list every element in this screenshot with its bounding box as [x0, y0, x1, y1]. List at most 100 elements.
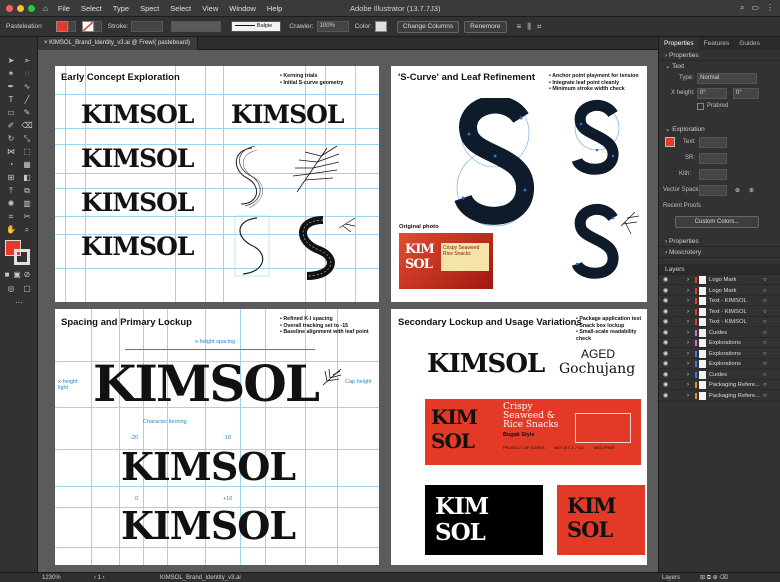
expand-icon[interactable]: ›	[687, 370, 689, 380]
expand-icon[interactable]: ›	[687, 391, 689, 401]
layer-row[interactable]: ◉ › Cuides ○	[659, 328, 780, 338]
screen-mode-icon[interactable]: ▢	[20, 283, 34, 294]
more-icon[interactable]: ⊕	[749, 187, 754, 194]
free-transform-icon[interactable]: ⬚	[20, 146, 34, 157]
text-header[interactable]: ⌄ Text	[659, 61, 780, 72]
stroke-weight-field[interactable]	[131, 21, 164, 32]
target-icon[interactable]: ○	[763, 359, 767, 369]
lasso-icon[interactable]: ◌	[20, 68, 34, 79]
fill-dropdown[interactable]	[67, 21, 76, 32]
rectangle-tool-icon[interactable]: ▭	[4, 107, 18, 118]
stroke-color-box[interactable]	[14, 249, 30, 265]
menu-spect[interactable]: Spect	[140, 4, 159, 13]
link-icon[interactable]: ⊕	[735, 187, 740, 194]
logo-trial[interactable]: KIMSOL	[81, 102, 195, 127]
eye-icon[interactable]: ◉	[663, 317, 668, 327]
canvas-area[interactable]: Early Concept Exploration • Kerning tria…	[38, 50, 658, 572]
search-icon[interactable]: ⌕	[740, 3, 744, 13]
align-icon[interactable]: ≡	[517, 22, 522, 31]
expand-icon[interactable]: ›	[687, 328, 689, 338]
red-lockup-card[interactable]: KIM SOL	[557, 485, 645, 555]
expand-icon[interactable]: ›	[687, 296, 689, 306]
gradient-mode-icon[interactable]: ▣	[13, 269, 21, 280]
eye-icon[interactable]: ◉	[663, 328, 668, 338]
target-icon[interactable]: ○	[763, 275, 767, 285]
xheight-field-1[interactable]: 0°	[697, 88, 727, 99]
layer-row[interactable]: ◉ › Explorations ○	[659, 338, 780, 348]
logo-trial[interactable]: KIMSOL	[81, 234, 195, 259]
exploration-header[interactable]: ⌄ Exploration	[659, 124, 780, 135]
distribute-icon[interactable]: ⫼	[527, 22, 531, 32]
expand-icon[interactable]: ›	[687, 317, 689, 327]
sr-field[interactable]	[699, 153, 727, 164]
magic-wand-icon[interactable]: ✶	[4, 68, 18, 79]
perspective-grid-icon[interactable]: ▦	[20, 159, 34, 170]
vector-spack-field[interactable]	[699, 185, 727, 196]
artboard-s-curve[interactable]: 'S-Curve' and Leaf Refinement • Anchor p…	[391, 66, 647, 302]
custom-colors-button[interactable]: Custom Colors...	[675, 216, 759, 228]
symbol-sprayer-icon[interactable]: ✺	[4, 198, 18, 209]
brush-definition-field[interactable]: Balpie	[231, 21, 282, 32]
target-icon[interactable]: ○	[763, 286, 767, 296]
edit-toolbar-icon[interactable]: ⋯	[12, 297, 26, 308]
black-lockup-card[interactable]: KIM SOL	[425, 485, 543, 555]
menu-window[interactable]: Window	[229, 4, 256, 13]
properties-header[interactable]: › Properties	[659, 50, 780, 61]
pen-tool-icon[interactable]: ✒	[4, 81, 18, 92]
eyedropper-icon[interactable]: ⤒	[4, 185, 18, 196]
paintbrush-icon[interactable]: ✎	[20, 107, 34, 118]
layer-row[interactable]: ◉ › Text - KIMSOL ○	[659, 317, 780, 327]
expand-icon[interactable]: ›	[687, 349, 689, 359]
gradient-tool-icon[interactable]: ◧	[20, 172, 34, 183]
hand-tool-icon[interactable]: ✋	[4, 224, 18, 235]
layer-row[interactable]: ◉ › Packaging Refere... ○	[659, 391, 780, 401]
rotate-tool-icon[interactable]: ↻	[4, 133, 18, 144]
none-mode-icon[interactable]: ⊘	[23, 269, 31, 280]
secondary-lockup[interactable]: KIMSOL	[427, 351, 545, 377]
tab-guides[interactable]: Guides	[734, 37, 765, 50]
xheight-field-2[interactable]: 0°	[733, 88, 759, 99]
eye-icon[interactable]: ◉	[663, 338, 668, 348]
layer-row[interactable]: ◉ › Packaging Refere... ○	[659, 380, 780, 390]
document-tab[interactable]: × KIMSOL_Brand_Identity_v3.ai @ Frew/( p…	[38, 37, 198, 50]
eye-icon[interactable]: ◉	[663, 359, 668, 369]
stroke-dropdown[interactable]	[93, 21, 102, 32]
menu-file[interactable]: File	[58, 4, 70, 13]
prabred-checkbox[interactable]	[697, 103, 704, 110]
layer-row[interactable]: ◉ › Explorations ○	[659, 349, 780, 359]
close-window-button[interactable]	[6, 4, 13, 12]
home-icon[interactable]: ⌂	[43, 4, 48, 13]
menu-select[interactable]: Select	[81, 4, 102, 13]
transform-icon[interactable]: ⌗	[537, 22, 542, 32]
minimize-window-button[interactable]	[17, 4, 24, 12]
expand-icon[interactable]: ›	[687, 286, 689, 296]
layer-row[interactable]: ◉ › Cuides ○	[659, 370, 780, 380]
menu-view[interactable]: View	[202, 4, 218, 13]
blend-tool-icon[interactable]: ⧉	[20, 185, 34, 196]
graph-tool-icon[interactable]: ▥	[20, 198, 34, 209]
layer-row[interactable]: ◉ › Text - KIMSOL ○	[659, 307, 780, 317]
text-field[interactable]	[699, 137, 727, 148]
exploration-color-swatch[interactable]	[665, 137, 675, 147]
layers-header[interactable]: Layers	[659, 264, 780, 275]
lockup-variant[interactable]: KIMSOL	[121, 448, 296, 486]
tab-features[interactable]: Features	[699, 37, 735, 50]
slice-tool-icon[interactable]: ✂	[20, 211, 34, 222]
layers-footer-icons[interactable]: ⊞ ⧉ ⊕ ⌫	[700, 573, 728, 582]
color-swatch[interactable]	[374, 21, 387, 32]
kith-field[interactable]	[699, 169, 727, 180]
eye-icon[interactable]: ◉	[663, 349, 668, 359]
color-mode-icon[interactable]: ■	[3, 269, 11, 280]
type-select[interactable]: Normal	[697, 73, 757, 84]
curvature-tool-icon[interactable]: ∿	[20, 81, 34, 92]
selection-tool-icon[interactable]: ➤	[4, 55, 18, 66]
layer-row[interactable]: ◉ › Logo Mark ○	[659, 275, 780, 285]
expand-icon[interactable]: ›	[687, 359, 689, 369]
layer-row[interactable]: ◉ › Explorations ○	[659, 359, 780, 369]
artboard-tool-icon[interactable]: ⌗	[4, 211, 18, 222]
logo-trial[interactable]: KIMSOL	[81, 190, 195, 215]
layer-row[interactable]: ◉ › Logo Mark ○	[659, 286, 780, 296]
stroke-swatch[interactable]	[81, 21, 94, 32]
fill-swatch[interactable]	[55, 21, 68, 32]
target-icon[interactable]: ○	[763, 317, 767, 327]
